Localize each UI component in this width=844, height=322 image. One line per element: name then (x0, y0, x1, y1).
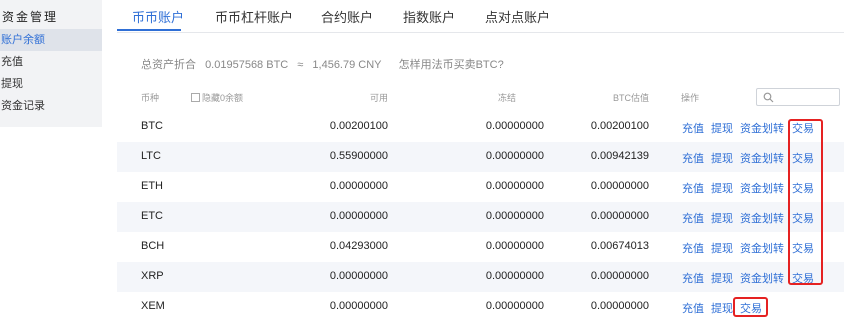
frozen-value: 0.00000000 (485, 270, 544, 282)
transfer-link[interactable]: 资金划转 (740, 210, 784, 226)
btc-value: 0.00000000 (590, 180, 649, 192)
sidebar-item-label: 资金记录 (1, 100, 45, 112)
transfer-link[interactable]: 资金划转 (740, 180, 784, 196)
tab-p2p-account[interactable]: 点对点账户 (485, 7, 550, 26)
table-row: ETH 0.00000000 0.00000000 0.00000000 充值 … (117, 172, 844, 202)
frozen-value: 0.00000000 (485, 150, 544, 162)
search-input[interactable] (756, 88, 840, 106)
deposit-link[interactable]: 充值 (682, 210, 704, 226)
sidebar-item-label: 提现 (1, 78, 23, 90)
sidebar-title: 资金管理 (2, 10, 59, 24)
sidebar-item-fund-records[interactable]: 资金记录 (0, 95, 102, 117)
header-available: 可用 (369, 93, 388, 103)
coin-name: ETC (141, 210, 163, 222)
withdraw-link[interactable]: 提现 (711, 270, 733, 286)
frozen-value: 0.00000000 (485, 240, 544, 252)
summary-approx-sign: ≈ (297, 59, 304, 71)
transfer-link[interactable]: 资金划转 (740, 270, 784, 286)
sidebar-item-account-balance[interactable]: 账户余额 (0, 29, 102, 51)
available-value: 0.00000000 (329, 300, 388, 312)
available-value: 0.55900000 (329, 150, 388, 162)
transfer-link[interactable]: 资金划转 (740, 240, 784, 256)
btc-value: 0.00000000 (590, 270, 649, 282)
withdraw-link[interactable]: 提现 (711, 120, 733, 136)
tab-index-account[interactable]: 指数账户 (403, 7, 455, 26)
coin-name: BCH (141, 240, 165, 252)
coin-name: XEM (141, 300, 165, 312)
table-row: ETC 0.00000000 0.00000000 0.00000000 充值 … (117, 202, 844, 232)
coin-name: LTC (141, 150, 161, 162)
deposit-link[interactable]: 充值 (682, 240, 704, 256)
sidebar: 资金管理 账户余额 充值 提现 资金记录 (0, 0, 102, 127)
available-value: 0.00200100 (329, 120, 388, 132)
summary-label: 总资产折合 (141, 59, 196, 71)
transfer-link[interactable]: 资金划转 (740, 150, 784, 166)
active-tab-indicator (117, 29, 181, 31)
withdraw-link[interactable]: 提现 (711, 210, 733, 226)
coin-name: BTC (141, 120, 163, 132)
tab-margin-account[interactable]: 币币杠杆账户 (215, 7, 293, 26)
deposit-link[interactable]: 充值 (682, 180, 704, 196)
frozen-value: 0.00000000 (485, 300, 544, 312)
tab-futures-account[interactable]: 合约账户 (321, 7, 373, 26)
summary-btc-total: 0.01957568 BTC (205, 59, 289, 71)
frozen-value: 0.00000000 (485, 120, 544, 132)
withdraw-link[interactable]: 提现 (711, 300, 733, 316)
tab-spot-account[interactable]: 币币账户 (132, 7, 184, 26)
frozen-value: 0.00000000 (485, 210, 544, 222)
deposit-link[interactable]: 充值 (682, 270, 704, 286)
search-icon (763, 92, 774, 103)
sidebar-item-label: 账户余额 (1, 34, 45, 46)
table-row: XRP 0.00000000 0.00000000 0.00000000 充值 … (117, 262, 844, 292)
available-value: 0.00000000 (329, 180, 388, 192)
btc-value: 0.00200100 (590, 120, 649, 132)
checkbox-icon[interactable] (191, 93, 200, 102)
btc-value: 0.00942139 (590, 150, 649, 162)
available-value: 0.00000000 (329, 210, 388, 222)
header-coin: 币种 (141, 93, 160, 103)
sidebar-item-label: 充值 (1, 56, 23, 68)
deposit-link[interactable]: 充值 (682, 300, 704, 316)
sidebar-item-deposit[interactable]: 充值 (0, 51, 102, 73)
asset-summary: 总资产折合 0.01957568 BTC ≈ 1,456.79 CNY 怎样用法… (141, 56, 510, 72)
transfer-link[interactable]: 资金划转 (740, 120, 784, 136)
withdraw-link[interactable]: 提现 (711, 150, 733, 166)
deposit-link[interactable]: 充值 (682, 150, 704, 166)
sidebar-item-withdraw[interactable]: 提现 (0, 73, 102, 95)
coin-name: XRP (141, 270, 164, 282)
coin-name: ETH (141, 180, 163, 192)
deposit-link[interactable]: 充值 (682, 120, 704, 136)
header-action: 操作 (681, 93, 700, 103)
btc-value: 0.00674013 (590, 240, 649, 252)
btc-value: 0.00000000 (590, 210, 649, 222)
table-row: BTC 0.00200100 0.00000000 0.00200100 充值 … (117, 112, 844, 142)
summary-cny-total: 1,456.79 CNY (312, 59, 382, 71)
btc-value: 0.00000000 (590, 300, 649, 312)
header-frozen: 冻结 (497, 93, 516, 103)
hide-zero-label: 隐藏0余额 (202, 93, 244, 103)
withdraw-link[interactable]: 提现 (711, 180, 733, 196)
table-row: BCH 0.04293000 0.00000000 0.00674013 充值 … (117, 232, 844, 262)
frozen-value: 0.00000000 (485, 180, 544, 192)
table-row: LTC 0.55900000 0.00000000 0.00942139 充值 … (117, 142, 844, 172)
available-value: 0.00000000 (329, 270, 388, 282)
trade-link-highlight (733, 297, 768, 317)
withdraw-link[interactable]: 提现 (711, 240, 733, 256)
available-value: 0.04293000 (329, 240, 388, 252)
account-tabs: 币币账户 币币杠杆账户 合约账户 指数账户 点对点账户 (117, 0, 844, 33)
trade-column-highlight (788, 119, 823, 285)
hide-zero-toggle[interactable]: 隐藏0余额 (191, 91, 243, 104)
how-to-buy-btc-link[interactable]: 怎样用法币买卖BTC? (399, 59, 504, 71)
header-btc-value: BTC估值 (612, 93, 649, 103)
